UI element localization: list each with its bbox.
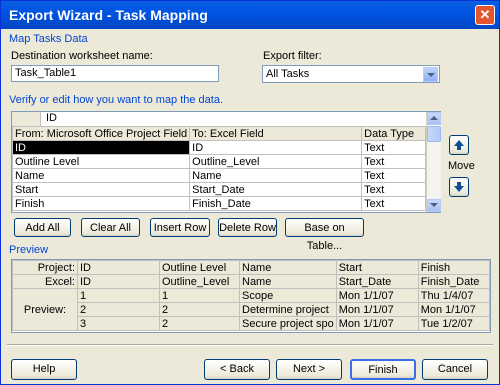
mapping-cell[interactable]: Start_Date — [189, 182, 363, 197]
table-row: 2 2 Determine project Mon 1/1/07 Mon 1/1… — [13, 302, 491, 317]
destination-worksheet-input[interactable]: Task_Table1 — [11, 65, 219, 82]
preview-cell: Mon 1/1/07 — [417, 302, 491, 317]
preview-cell: Start — [335, 260, 419, 275]
title-bar[interactable]: Export Wizard - Task Mapping ✕ — [1, 1, 499, 29]
mapping-cell[interactable]: Finish — [11, 196, 191, 211]
insert-row-button[interactable]: Insert Row — [150, 218, 210, 237]
preview-cell: ID — [77, 274, 160, 289]
mapping-heading: Verify or edit how you want to map the d… — [9, 94, 224, 106]
cancel-button[interactable]: Cancel — [422, 359, 488, 380]
preview-excel-label: Excel: — [12, 274, 78, 289]
footer-separator — [7, 344, 493, 346]
table-row: 3 2 Secure project spo Mon 1/1/07 Tue 1/… — [13, 316, 491, 331]
clear-all-button[interactable]: Clear All — [81, 218, 140, 237]
destination-label: Destination worksheet name: — [11, 50, 153, 62]
mapping-cell[interactable]: Text — [361, 182, 426, 197]
preview-cell: Mon 1/1/07 — [335, 316, 419, 331]
preview-cell: Name — [239, 260, 337, 275]
mapping-col-from[interactable]: From: Microsoft Office Project Field — [11, 126, 191, 141]
move-up-button[interactable] — [449, 135, 469, 155]
mapping-cell[interactable]: Text — [361, 196, 426, 211]
preview-preview-label: Preview: — [12, 288, 78, 331]
mapping-cell[interactable]: Start — [11, 182, 191, 197]
preview-cell: 2 — [77, 302, 160, 317]
preview-cell: Finish — [417, 260, 491, 275]
finish-button[interactable]: Finish — [350, 359, 416, 380]
scroll-down-icon[interactable] — [427, 199, 441, 212]
help-button[interactable]: Help — [11, 359, 77, 380]
mapping-col-type[interactable]: Data Type — [361, 126, 426, 141]
preview-cell: Outline_Level — [159, 274, 240, 289]
preview-cell: Tue 1/2/07 — [417, 316, 491, 331]
preview-cell: Start_Date — [335, 274, 419, 289]
arrow-up-icon — [454, 140, 464, 150]
mapping-cell[interactable]: Text — [361, 154, 426, 169]
preview-cell: Mon 1/1/07 — [335, 302, 419, 317]
table-row[interactable]: Outline Level Outline_Level Text — [11, 154, 426, 169]
mapping-cell[interactable]: Text — [361, 140, 426, 155]
table-row[interactable]: Start Start_Date Text — [11, 182, 426, 197]
preview-cell: ID — [77, 260, 160, 275]
export-filter-label: Export filter: — [263, 50, 322, 62]
preview-grid: Project: ID Outline Level Name Start Fin… — [11, 259, 491, 333]
preview-cell: 1 — [77, 288, 160, 303]
preview-cell: Name — [239, 274, 337, 289]
preview-table: Project: ID Outline Level Name Start Fin… — [12, 260, 491, 331]
preview-cell: Thu 1/4/07 — [417, 288, 491, 303]
mapping-cell[interactable]: Finish_Date — [189, 196, 363, 211]
arrow-down-icon — [454, 182, 464, 192]
table-row[interactable]: Finish Finish_Date Text — [11, 196, 426, 211]
window-title: Export Wizard - Task Mapping — [9, 7, 208, 23]
preview-project-label: Project: — [12, 260, 78, 275]
next-button[interactable]: Next > — [276, 359, 342, 380]
preview-cell: Finish_Date — [417, 274, 491, 289]
preview-heading: Preview — [9, 244, 49, 256]
preview-cell: 1 — [159, 288, 240, 303]
preview-cell: 2 — [159, 316, 240, 331]
mapping-cell[interactable]: Name — [189, 168, 363, 183]
back-button[interactable]: < Back — [204, 359, 270, 380]
delete-row-button[interactable]: Delete Row — [218, 218, 277, 237]
close-button[interactable]: ✕ — [475, 5, 495, 25]
map-tasks-heading: Map Tasks Data — [9, 33, 88, 45]
mapping-edit-input[interactable]: ID — [46, 112, 57, 124]
mapping-cell[interactable]: ID — [189, 140, 363, 155]
mapping-cell[interactable]: Outline_Level — [189, 154, 363, 169]
base-on-table-button[interactable]: Base on Table... — [285, 218, 364, 252]
mapping-table: From: Microsoft Office Project Field To:… — [11, 126, 426, 211]
mapping-grid: ID From: Microsoft Office Project Field … — [11, 111, 441, 213]
table-row[interactable]: ID ID Text — [11, 140, 426, 155]
preview-cell: Mon 1/1/07 — [335, 288, 419, 303]
mapping-edit-row: ID — [12, 112, 426, 127]
mapping-cell[interactable]: Name — [11, 168, 191, 183]
preview-cell: Secure project spo — [239, 316, 337, 331]
table-row: Preview: 1 1 Scope Mon 1/1/07 Thu 1/4/07 — [12, 288, 491, 331]
mapping-cell[interactable]: Outline Level — [11, 154, 191, 169]
close-icon: ✕ — [479, 7, 491, 22]
preview-cell: 3 — [77, 316, 160, 331]
scroll-thumb[interactable] — [427, 126, 441, 142]
scroll-up-icon[interactable] — [427, 112, 441, 125]
move-down-button[interactable] — [449, 177, 469, 197]
mapping-cell[interactable]: ID — [11, 140, 191, 155]
preview-cell: Outline Level — [159, 260, 240, 275]
mapping-scrollbar[interactable] — [426, 112, 441, 212]
preview-cell: Scope — [239, 288, 337, 303]
add-all-button[interactable]: Add All — [14, 218, 71, 237]
preview-cell: 2 — [159, 302, 240, 317]
move-label: Move — [448, 160, 475, 172]
export-filter-select[interactable]: All Tasks — [262, 65, 440, 83]
chevron-down-icon[interactable] — [423, 67, 438, 82]
export-filter-value: All Tasks — [266, 68, 310, 80]
mapping-col-to[interactable]: To: Excel Field — [189, 126, 363, 141]
table-row[interactable]: Name Name Text — [11, 168, 426, 183]
preview-cell: Determine project — [239, 302, 337, 317]
export-wizard-window: Export Wizard - Task Mapping ✕ Map Tasks… — [0, 0, 500, 385]
mapping-cell[interactable]: Text — [361, 168, 426, 183]
